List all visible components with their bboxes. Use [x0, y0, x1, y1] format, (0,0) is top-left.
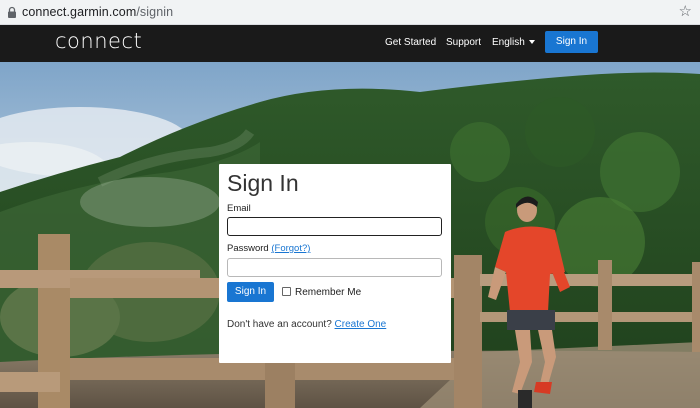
bookmark-star-icon[interactable]: ☆: [679, 3, 692, 21]
password-field[interactable]: [227, 258, 442, 277]
forgot-password-link[interactable]: (Forgot?): [271, 243, 310, 254]
url-text[interactable]: connect.garmin.com/signin: [22, 5, 173, 19]
nav-get-started-link[interactable]: Get Started: [385, 37, 436, 48]
top-nav: connect Get Started Support English Sign…: [0, 25, 700, 62]
email-field[interactable]: [227, 217, 442, 236]
nav-support-link[interactable]: Support: [446, 37, 481, 48]
remember-me-checkbox[interactable]: [282, 287, 291, 296]
signin-title: Sign In: [227, 170, 299, 196]
lock-icon: [8, 6, 16, 18]
language-label: English: [492, 37, 525, 48]
email-label: Email: [227, 203, 251, 214]
password-label: Password: [227, 243, 269, 254]
signin-submit-button[interactable]: Sign In: [227, 282, 274, 302]
no-account-text: Don't have an account?: [227, 319, 332, 330]
remember-me-toggle[interactable]: Remember Me: [282, 287, 361, 298]
remember-me-label: Remember Me: [295, 287, 362, 298]
connect-logo[interactable]: connect: [55, 29, 142, 53]
browser-address-bar[interactable]: connect.garmin.com/signin ☆: [0, 0, 700, 25]
caret-down-icon: [528, 40, 535, 45]
create-account-row: Don't have an account? Create One: [227, 319, 386, 330]
nav-signin-button[interactable]: Sign In: [545, 31, 598, 53]
password-label-row: Password (Forgot?): [227, 243, 310, 254]
signin-form-card: Sign In Email Password (Forgot?) Sign In…: [219, 164, 451, 363]
url-path: /signin: [136, 5, 174, 19]
create-account-link[interactable]: Create One: [335, 319, 387, 330]
url-host: connect.garmin.com: [22, 5, 137, 19]
language-dropdown[interactable]: English: [492, 37, 535, 48]
